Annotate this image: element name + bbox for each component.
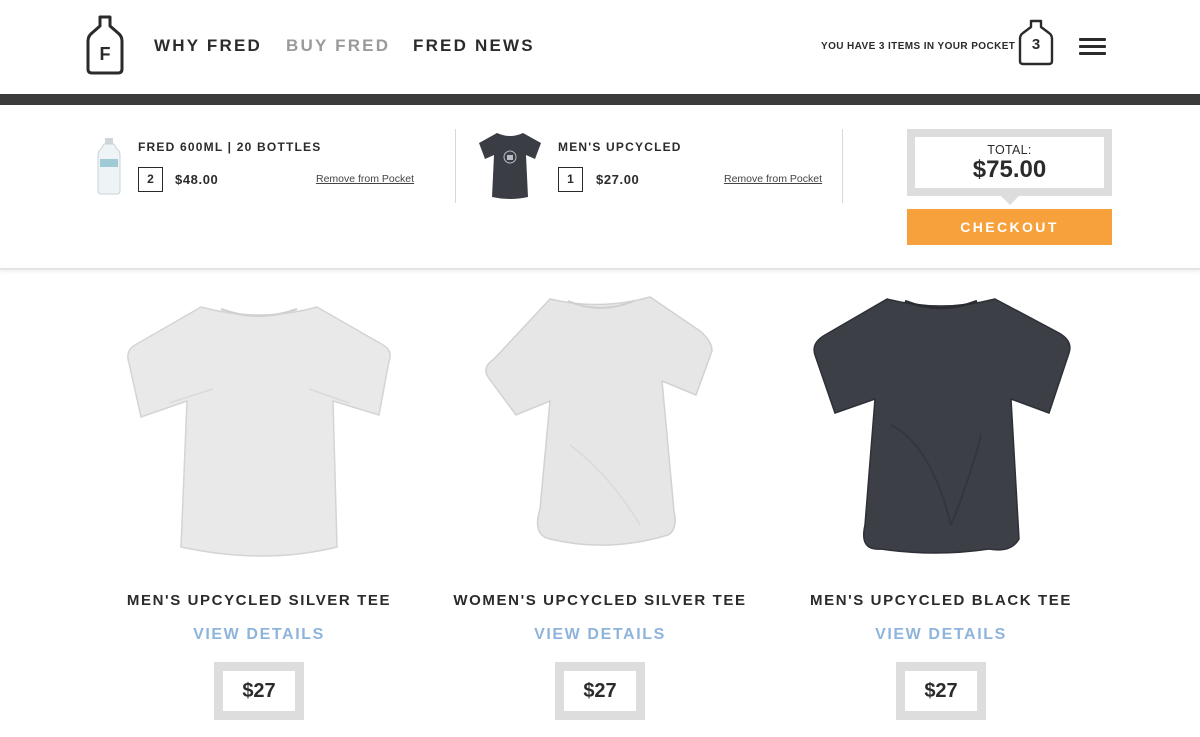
cart-item-price: $48.00 bbox=[175, 172, 219, 187]
cart-item-quantity-input[interactable]: 1 bbox=[558, 167, 583, 192]
product-title: MEN'S UPCYCLED SILVER TEE bbox=[126, 592, 392, 609]
product-title: WOMEN'S UPCYCLED SILVER TEE bbox=[453, 592, 747, 609]
nav-buy-fred[interactable]: BUY FRED bbox=[286, 36, 390, 56]
remove-from-pocket-link[interactable]: Remove from Pocket bbox=[724, 173, 822, 185]
logo-letter: F bbox=[100, 44, 111, 64]
view-details-link[interactable]: VIEW DETAILS bbox=[791, 626, 1091, 644]
cart-divider bbox=[455, 129, 456, 203]
view-details-link[interactable]: VIEW DETAILS bbox=[450, 626, 750, 644]
cart-divider bbox=[842, 129, 843, 203]
pocket-count-badge: 3 bbox=[1031, 36, 1041, 53]
total-value: $75.00 bbox=[972, 156, 1047, 183]
nav-fred-news[interactable]: FRED NEWS bbox=[413, 36, 535, 56]
womens-silver-tee-image-icon[interactable] bbox=[450, 285, 750, 575]
header-divider-bar bbox=[0, 94, 1200, 105]
product-title: MEN'S UPCYCLED BLACK TEE bbox=[810, 592, 1072, 609]
cart-item: FRED 600ML | 20 BOTTLES 2 $48.00 Remove … bbox=[90, 105, 430, 225]
cart-item: MEN'S UPCYCLED 1 $27.00 Remove from Pock… bbox=[472, 105, 832, 225]
product-price: $27 bbox=[896, 662, 986, 720]
pocket-summary-text: YOU HAVE 3 ITEMS IN YOUR POCKET bbox=[821, 41, 1016, 52]
water-bottle-thumbnail-icon bbox=[97, 138, 121, 195]
product-card: WOMEN'S UPCYCLED SILVER TEE VIEW DETAILS… bbox=[450, 285, 750, 725]
fred-bottle-logo-icon[interactable]: F bbox=[86, 15, 124, 75]
cart-item-quantity-input[interactable]: 2 bbox=[138, 167, 163, 192]
total-pointer-arrow bbox=[1001, 196, 1019, 205]
nav-why-fred[interactable]: WHY FRED bbox=[154, 36, 262, 56]
pocket-cart-panel: FRED 600ML | 20 BOTTLES 2 $48.00 Remove … bbox=[0, 105, 1200, 270]
product-card: MEN'S UPCYCLED SILVER TEE VIEW DETAILS $… bbox=[109, 285, 409, 725]
checkout-button[interactable]: CHECKOUT bbox=[907, 209, 1112, 245]
black-tee-thumbnail-icon bbox=[479, 133, 541, 199]
cart-item-price: $27.00 bbox=[596, 172, 640, 187]
pocket-button[interactable]: 3 bbox=[1018, 18, 1054, 66]
cart-total-box: TOTAL: $75.00 bbox=[907, 129, 1112, 196]
black-tee-image-icon[interactable] bbox=[791, 285, 1091, 575]
product-card: MEN'S UPCYCLED BLACK TEE VIEW DETAILS $2… bbox=[791, 285, 1091, 725]
view-details-link[interactable]: VIEW DETAILS bbox=[109, 626, 409, 644]
cart-item-name: MEN'S UPCYCLED bbox=[558, 140, 682, 154]
silver-tee-image-icon[interactable] bbox=[109, 285, 409, 575]
product-price: $27 bbox=[555, 662, 645, 720]
remove-from-pocket-link[interactable]: Remove from Pocket bbox=[316, 173, 414, 185]
total-label: TOTAL: bbox=[987, 143, 1032, 157]
site-header: F WHY FRED BUY FRED FRED NEWS YOU HAVE 3… bbox=[0, 0, 1200, 94]
hamburger-menu-icon[interactable] bbox=[1079, 38, 1106, 58]
product-price: $27 bbox=[214, 662, 304, 720]
cart-item-name: FRED 600ML | 20 BOTTLES bbox=[138, 140, 322, 154]
